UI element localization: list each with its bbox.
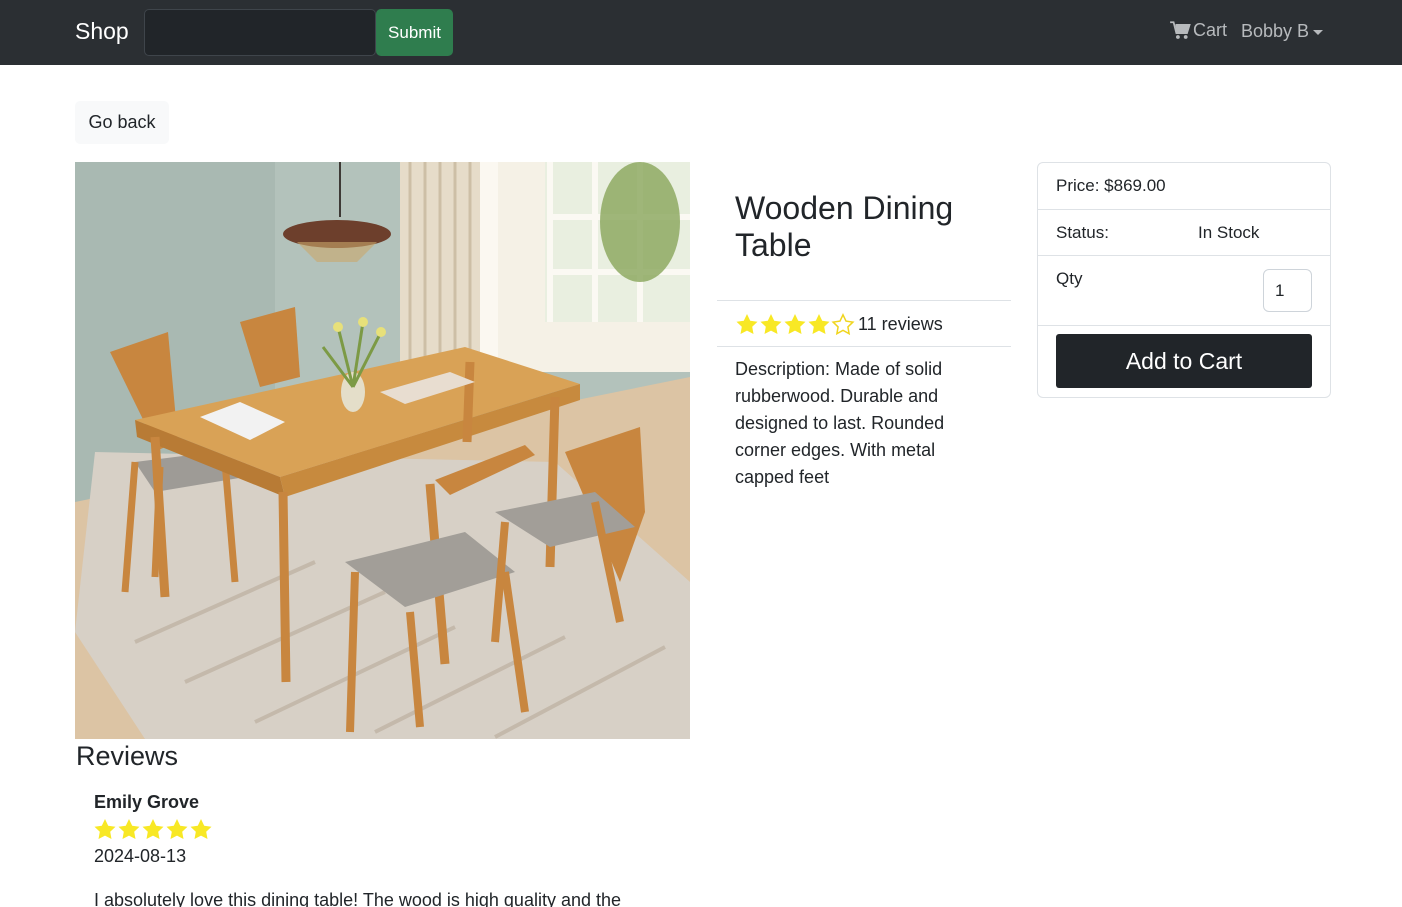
star-full-icon — [736, 314, 758, 334]
divider — [717, 346, 1011, 347]
cart-label: Cart — [1193, 20, 1228, 40]
review-date: 2024-08-13 — [94, 846, 187, 866]
star-full-icon — [94, 819, 116, 839]
star-full-icon — [784, 314, 806, 334]
review-author: Emily Grove — [94, 792, 200, 812]
search-input[interactable] — [144, 9, 376, 56]
star-full-icon — [118, 819, 140, 839]
star-full-icon — [760, 314, 782, 334]
user-name: Bobby B — [1241, 21, 1310, 41]
add-to-cart-button[interactable]: Add to Cart — [1056, 334, 1312, 388]
brand-link[interactable]: Shop — [75, 18, 129, 45]
product-title: Wooden Dining Table — [735, 190, 954, 263]
navbar: Shop Submit Cart Bobby B — [0, 0, 1402, 65]
star-empty-icon — [831, 313, 855, 335]
product-rating: 11 reviews — [735, 313, 943, 335]
price-row: Price: $869.00 — [1038, 163, 1330, 210]
go-back-button[interactable]: Go back — [75, 101, 169, 144]
star-full-icon — [808, 314, 830, 334]
qty-label: Qty — [1056, 269, 1083, 288]
star-full-icon — [142, 819, 164, 839]
divider — [717, 300, 1011, 301]
qty-input[interactable] — [1263, 269, 1312, 312]
search-submit-button[interactable]: Submit — [376, 9, 453, 56]
product-image — [75, 162, 690, 739]
reviews-count: 11 reviews — [858, 313, 943, 334]
purchase-card: Price: $869.00 Status: In Stock Qty Add … — [1037, 162, 1331, 398]
reviews-heading: Reviews — [76, 741, 179, 771]
price-text: Price: $869.00 — [1056, 176, 1166, 195]
cart-link[interactable]: Cart — [1170, 20, 1227, 41]
product-description: Description: Made of solid rubberwood. D… — [735, 359, 945, 487]
user-menu-dropdown[interactable]: Bobby B — [1241, 21, 1324, 42]
star-full-icon — [166, 819, 188, 839]
review-text: I absolutely love this dining table! The… — [94, 890, 622, 907]
qty-row: Qty — [1038, 256, 1330, 326]
review-rating — [93, 818, 213, 840]
status-label: Status: — [1056, 223, 1109, 242]
star-full-icon — [190, 819, 212, 839]
cart-icon — [1170, 21, 1191, 39]
status-row: Status: In Stock — [1038, 210, 1330, 256]
status-value: In Stock — [1198, 223, 1260, 242]
chevron-down-icon — [1313, 30, 1324, 35]
